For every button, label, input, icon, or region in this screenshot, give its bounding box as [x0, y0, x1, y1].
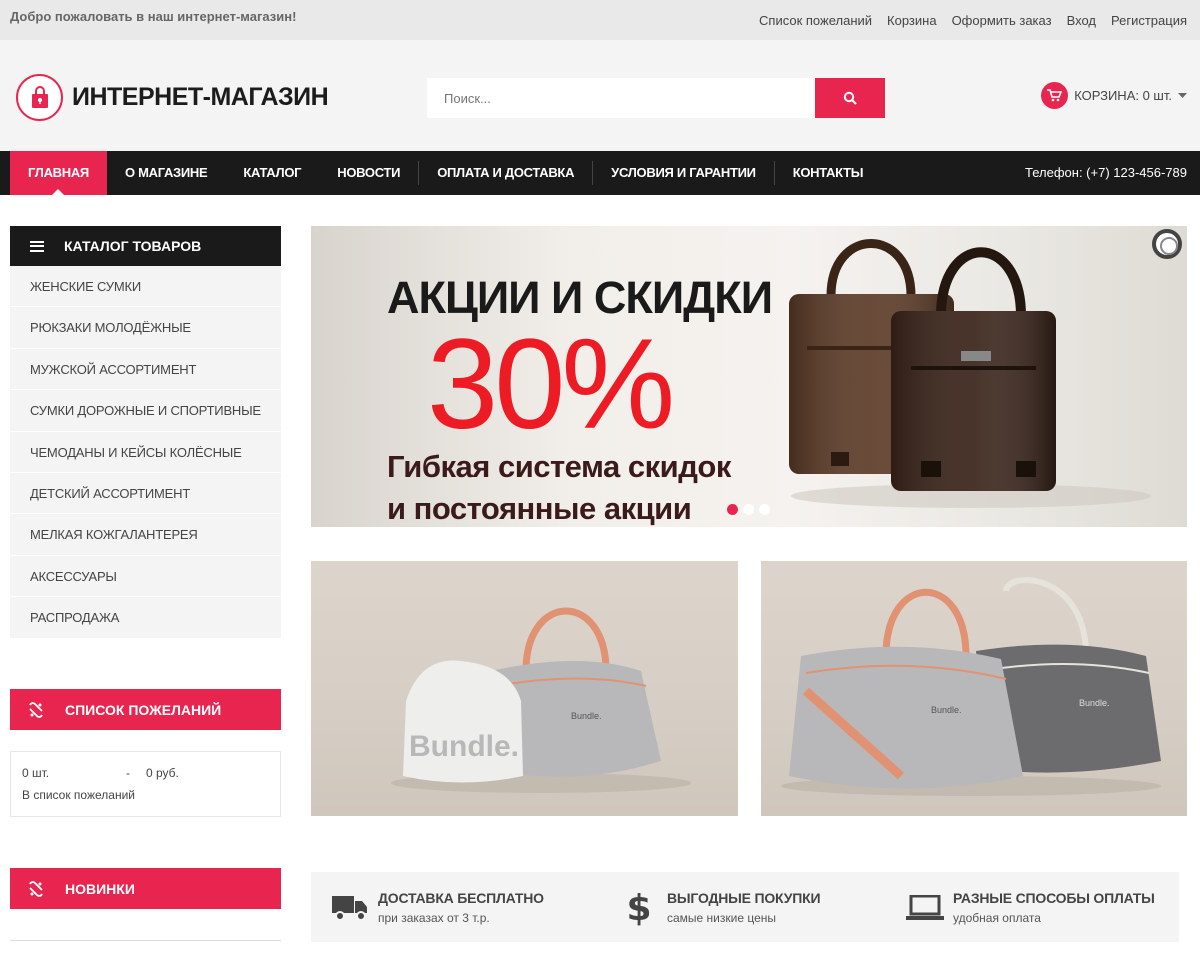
catalog-item[interactable]: МУЖСКОЙ АССОРТИМЕНТ — [10, 348, 281, 391]
slider-dot[interactable] — [743, 504, 754, 515]
slide-subtitle: Гибкая система скидок и постоянные акции — [387, 446, 731, 527]
logo[interactable]: ИНТЕРНЕТ-МАГАЗИН — [16, 74, 329, 121]
wishlist-dash: - — [126, 766, 130, 780]
nav-item-payment-delivery[interactable]: ОПЛАТА И ДОСТАВКА — [419, 151, 592, 195]
cart-label: КОРЗИНА: 0 шт. — [1074, 88, 1172, 103]
menu-icon — [30, 240, 44, 252]
top-link-wishlist[interactable]: Список пожеланий — [759, 13, 872, 28]
new-items-header: НОВИНКИ — [10, 868, 281, 909]
slide-subtitle-line: Гибкая система скидок — [387, 449, 731, 484]
leather-bags-image — [789, 239, 1151, 508]
laptop-icon — [906, 890, 944, 926]
wishlist-link[interactable]: В список пожеланий — [22, 788, 269, 802]
catalog-item[interactable]: ЖЕНСКИЕ СУМКИ — [10, 266, 281, 308]
header: ИНТЕРНЕТ-МАГАЗИН КОРЗИНА: 0 шт. — [0, 40, 1200, 151]
slider-timer-icon[interactable] — [1152, 229, 1182, 259]
catalog-item[interactable]: СУМКИ ДОРОЖНЫЕ И СПОРТИВНЫЕ — [10, 390, 281, 432]
promo-slider[interactable]: АКЦИИ И СКИДКИ 30% Гибкая система скидок… — [311, 226, 1187, 527]
wishlist-title: СПИСОК ПОЖЕЛАНИЙ — [65, 701, 222, 718]
banner-travel-bag-1[interactable]: Bundle. Bundle. — [311, 561, 738, 816]
slider-dot[interactable] — [759, 504, 770, 515]
brand-text: Bundle. — [931, 705, 962, 715]
wishlist-icon — [27, 701, 45, 719]
logo-text: ИНТЕРНЕТ-МАГАЗИН — [72, 83, 329, 111]
welcome-text: Добро пожаловать в наш интернет-магазин! — [10, 9, 297, 24]
wishlist-summary: 0 шт. - 0 руб. В список пожеланий — [10, 751, 281, 817]
feature-subtitle: самые низкие цены — [667, 911, 777, 925]
slide-discount: 30% — [427, 313, 675, 456]
features-bar: ДОСТАВКА БЕСПЛАТНО при заказах от 3 т.р.… — [311, 872, 1179, 942]
search-button[interactable] — [815, 78, 885, 118]
top-link-register[interactable]: Регистрация — [1111, 13, 1187, 28]
shopping-bag-icon — [16, 74, 63, 121]
catalog-header[interactable]: КАТАЛОГ ТОВАРОВ — [10, 226, 281, 266]
top-link-cart[interactable]: Корзина — [887, 13, 937, 28]
top-link-login[interactable]: Вход — [1067, 13, 1096, 28]
feature-title: ВЫГОДНЫЕ ПОКУПКИ — [667, 890, 821, 906]
banner-travel-bag-2[interactable]: Bundle. Bundle. — [761, 561, 1187, 816]
cart-icon — [1041, 82, 1069, 109]
nav-item-news[interactable]: НОВОСТИ — [319, 151, 418, 195]
search-input[interactable] — [427, 78, 816, 118]
divider — [10, 940, 281, 941]
brand-text: Bundle. — [1079, 698, 1110, 708]
top-link-checkout[interactable]: Оформить заказ — [952, 13, 1052, 28]
nav-item-catalog[interactable]: КАТАЛОГ — [225, 151, 319, 195]
feature-title: РАЗНЫЕ СПОСОБЫ ОПЛАТЫ — [953, 890, 1155, 906]
catalog-item[interactable]: РЮКЗАКИ МОЛОДЁЖНЫЕ — [10, 307, 281, 349]
brand-text: Bundle. — [571, 711, 602, 721]
feature-title: ДОСТАВКА БЕСПЛАТНО — [378, 890, 544, 906]
new-items-title: НОВИНКИ — [65, 880, 135, 897]
chevron-down-icon — [1178, 92, 1187, 98]
wishlist-header: СПИСОК ПОЖЕЛАНИЙ — [10, 689, 281, 730]
catalog-item[interactable]: РАСПРОДАЖА — [10, 597, 281, 639]
dollar-icon: $ — [626, 887, 652, 929]
catalog-sidebar: КАТАЛОГ ТОВАРОВ ЖЕНСКИЕ СУМКИ РЮКЗАКИ МО… — [10, 226, 281, 639]
feature-subtitle: удобная оплата — [953, 911, 1041, 925]
catalog-item[interactable]: МЕЛКАЯ КОЖГАЛАНТЕРЕЯ — [10, 514, 281, 556]
top-bar: Добро пожаловать в наш интернет-магазин!… — [0, 0, 1200, 40]
feature-prices: $ ВЫГОДНЫЕ ПОКУПКИ самые низкие цены — [620, 887, 821, 929]
new-items-icon — [27, 880, 45, 898]
nav-item-terms[interactable]: УСЛОВИЯ И ГАРАНТИИ — [593, 151, 774, 195]
wishlist-qty: 0 шт. — [22, 766, 50, 780]
phone-number: Телефон: (+7) 123-456-789 — [1025, 165, 1187, 180]
main-nav: ГЛАВНАЯ О МАГАЗИНЕ КАТАЛОГ НОВОСТИ ОПЛАТ… — [0, 151, 1200, 195]
catalog-item[interactable]: ДЕТСКИЙ АССОРТИМЕНТ — [10, 472, 281, 515]
slider-dot[interactable] — [727, 504, 738, 515]
feature-delivery: ДОСТАВКА БЕСПЛАТНО при заказах от 3 т.р. — [331, 890, 544, 926]
slider-dots — [727, 504, 770, 515]
nav-item-home[interactable]: ГЛАВНАЯ — [10, 151, 107, 195]
wishlist-sum: 0 руб. — [146, 766, 179, 780]
travel-bags-image: Bundle. Bundle. — [391, 607, 691, 793]
truck-icon — [331, 890, 369, 926]
search-icon — [843, 91, 857, 105]
brand-text: Bundle. — [409, 730, 519, 763]
cart-button[interactable]: КОРЗИНА: 0 шт. — [1041, 82, 1187, 109]
nav-item-about[interactable]: О МАГАЗИНЕ — [107, 151, 225, 195]
slide-subtitle-line: и постоянные акции — [387, 491, 692, 526]
catalog-item[interactable]: АКСЕССУАРЫ — [10, 555, 281, 598]
feature-subtitle: при заказах от 3 т.р. — [378, 911, 490, 925]
travel-bags-image: Bundle. Bundle. — [781, 577, 1161, 796]
nav-item-contacts[interactable]: КОНТАКТЫ — [775, 151, 881, 195]
catalog-item[interactable]: ЧЕМОДАНЫ И КЕЙСЫ КОЛЁСНЫЕ — [10, 431, 281, 473]
catalog-title: КАТАЛОГ ТОВАРОВ — [64, 238, 202, 254]
top-links: Список пожеланий Корзина Оформить заказ … — [759, 13, 1187, 28]
feature-payment: РАЗНЫЕ СПОСОБЫ ОПЛАТЫ удобная оплата — [906, 890, 1155, 926]
